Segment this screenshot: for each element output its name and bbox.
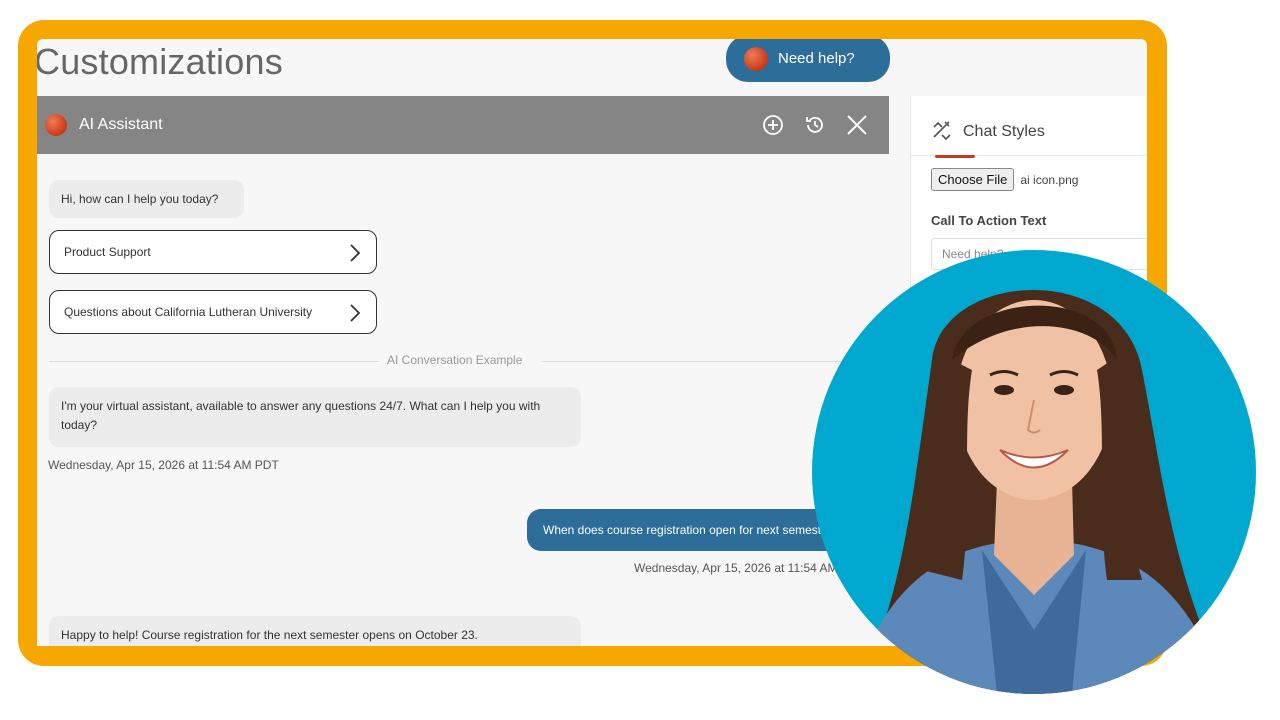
file-name: ai icon.png <box>1020 172 1079 187</box>
palette-icon <box>931 118 953 145</box>
page-title: Customizations <box>37 41 283 82</box>
new-chat-icon[interactable] <box>761 113 785 137</box>
assistant-message: I'm your virtual assistant, available to… <box>49 387 581 447</box>
ai-avatar-icon <box>744 46 768 71</box>
chat-title: AI Assistant <box>79 116 163 133</box>
chat-header-actions <box>761 113 869 137</box>
chevron-right-icon <box>348 302 362 327</box>
divider-label: AI Conversation Example <box>387 353 523 367</box>
chat-panel: AI Assistant Hi, how can I help you toda… <box>37 96 907 646</box>
history-icon[interactable] <box>803 113 827 137</box>
need-help-button[interactable]: Need help? <box>726 39 890 82</box>
cta-label: Call To Action Text <box>931 213 1047 228</box>
person-photo <box>812 250 1256 694</box>
ai-avatar-icon <box>45 114 67 136</box>
option-california-lutheran[interactable]: Questions about California Lutheran Univ… <box>49 290 377 334</box>
file-upload-row: Choose File ai icon.png <box>931 168 1078 191</box>
need-help-label: Need help? <box>778 50 855 67</box>
option-label: Product Support <box>64 245 151 259</box>
divider-line-left <box>49 361 379 362</box>
chat-header: AI Assistant <box>37 96 889 154</box>
reply-message: Happy to help! Course registration for t… <box>49 616 581 646</box>
divider-line-right <box>542 361 882 362</box>
chat-styles-title: Chat Styles <box>963 122 1045 140</box>
option-product-support[interactable]: Product Support <box>49 230 377 274</box>
choose-file-button[interactable]: Choose File <box>931 168 1015 191</box>
assistant-timestamp: Wednesday, Apr 15, 2026 at 11:54 AM PDT <box>48 458 279 472</box>
chat-styles-header: Chat Styles <box>931 118 1045 145</box>
option-label: Questions about California Lutheran Univ… <box>64 305 313 319</box>
accent-strip <box>935 155 975 158</box>
user-timestamp: Wednesday, Apr 15, 2026 at 11:54 AM PDT <box>634 561 865 575</box>
chevron-right-icon <box>348 242 362 267</box>
close-icon[interactable] <box>845 113 869 137</box>
greeting-bubble: Hi, how can I help you today? <box>49 180 244 218</box>
